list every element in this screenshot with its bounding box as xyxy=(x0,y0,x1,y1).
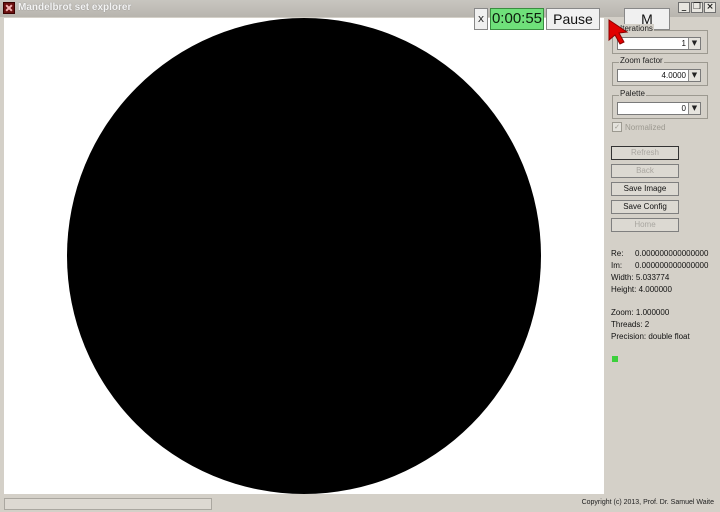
copyright-text: Copyright (c) 2013, Prof. Dr. Samuel Wai… xyxy=(581,499,714,506)
normalized-checkbox[interactable]: ✓ xyxy=(612,122,622,132)
save-image-button[interactable]: Save Image xyxy=(611,182,679,196)
toolbar-close-button[interactable]: x xyxy=(474,8,488,30)
zoom-factor-group: Zoom factor 4.0000 ▼ xyxy=(612,56,708,86)
restore-button[interactable]: ❐ xyxy=(691,2,703,13)
precision-readout: Precision: double float xyxy=(611,332,690,341)
re-readout: Re: 0.000000000000000 xyxy=(611,249,709,258)
palette-label: Palette xyxy=(619,89,646,98)
status-pane xyxy=(4,498,212,510)
normalized-checkbox-row[interactable]: ✓ Normalized xyxy=(612,122,665,132)
app-icon[interactable] xyxy=(3,2,15,14)
iterations-value: 1 xyxy=(681,39,686,48)
zoom-factor-label: Zoom factor xyxy=(619,56,664,65)
chevron-down-icon[interactable]: ▼ xyxy=(688,38,700,49)
im-readout: Im: 0.000000000000000 xyxy=(611,261,709,270)
fractal-canvas[interactable] xyxy=(4,18,604,494)
home-button[interactable]: Home xyxy=(611,218,679,232)
minimize-button[interactable]: _ xyxy=(678,2,690,13)
close-button[interactable]: × xyxy=(704,2,716,13)
chevron-down-icon[interactable]: ▼ xyxy=(688,70,700,81)
height-readout: Height: 4.000000 xyxy=(611,285,672,294)
mandelbrot-set-render xyxy=(67,18,541,494)
chevron-down-icon[interactable]: ▼ xyxy=(688,103,700,114)
palette-select[interactable]: 0 ▼ xyxy=(617,102,701,115)
zoom-factor-value: 4.0000 xyxy=(661,71,686,80)
timer-display: 0:00:55 xyxy=(490,8,544,30)
status-bar: Copyright (c) 2013, Prof. Dr. Samuel Wai… xyxy=(0,495,720,512)
refresh-button[interactable]: Refresh xyxy=(611,146,679,160)
palette-group: Palette 0 ▼ xyxy=(612,89,708,119)
normalized-label: Normalized xyxy=(625,122,666,132)
save-config-button[interactable]: Save Config xyxy=(611,200,679,214)
pause-button[interactable]: Pause xyxy=(546,8,600,30)
back-button[interactable]: Back xyxy=(611,164,679,178)
zoom-readout: Zoom: 1.000000 xyxy=(611,308,670,317)
palette-value: 0 xyxy=(681,104,686,113)
zoom-factor-select[interactable]: 4.0000 ▼ xyxy=(617,69,701,82)
window-controls: _ ❐ × xyxy=(678,2,716,13)
threads-readout: Threads: 2 xyxy=(611,320,650,329)
width-readout: Width: 5.033774 xyxy=(611,273,670,282)
window-title: Mandelbrot set explorer xyxy=(18,2,132,13)
cursor-arrow-icon xyxy=(608,19,629,45)
control-panel: Iterations 1 ▼ Zoom factor 4.0000 ▼ Pale… xyxy=(606,18,716,494)
status-indicator xyxy=(612,356,618,362)
